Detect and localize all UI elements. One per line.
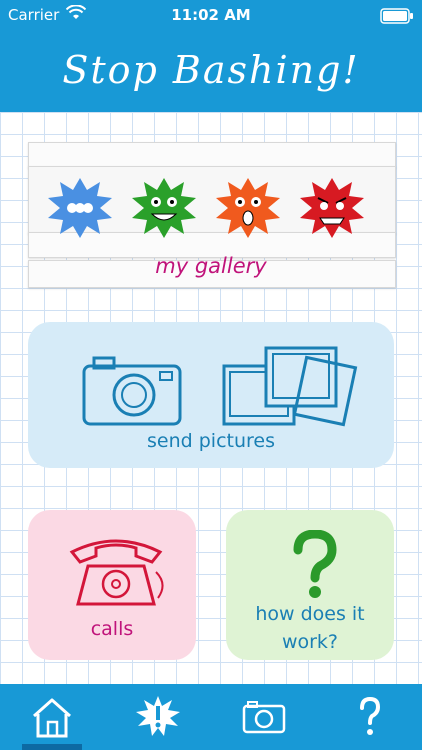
- status-bar: Carrier 11:02 AM: [0, 0, 422, 30]
- red-bug-icon: [300, 178, 364, 238]
- battery-icon: [380, 8, 413, 24]
- camera-tab[interactable]: [234, 692, 294, 742]
- help-tab[interactable]: [340, 692, 400, 742]
- home-tab[interactable]: [22, 692, 82, 742]
- calls-button[interactable]: calls: [28, 510, 196, 660]
- alert-tab[interactable]: [128, 692, 188, 742]
- telephone-icon: [69, 539, 164, 606]
- my-gallery-label: my gallery: [155, 254, 267, 278]
- send-pictures-label: send pictures: [147, 430, 275, 452]
- photos-stack-icon: [222, 346, 358, 427]
- tab-bar: [0, 684, 422, 750]
- gallery-plank-top: [28, 142, 396, 168]
- camera-icon: [242, 701, 286, 734]
- question-mark-icon: [293, 530, 337, 598]
- send-pictures-button[interactable]: send pictures: [28, 322, 394, 468]
- home-icon: [33, 698, 71, 738]
- alert-splat-icon: [136, 696, 180, 736]
- header-bar: Carrier 11:02 AM Stop Bashing!: [0, 0, 422, 112]
- how-does-it-work-button[interactable]: how does it work?: [226, 510, 394, 660]
- my-gallery-button[interactable]: my gallery: [28, 142, 396, 288]
- green-bug-icon: [132, 178, 196, 238]
- app-title: Stop Bashing!: [62, 48, 360, 92]
- camera-icon: [82, 356, 182, 426]
- gallery-characters: [48, 178, 364, 238]
- clock: 11:02 AM: [171, 6, 251, 24]
- orange-bug-icon: [216, 178, 280, 238]
- how-does-it-work-label: how does it work?: [255, 603, 365, 653]
- blue-bug-icon: [48, 178, 112, 238]
- question-mark-icon: [360, 696, 381, 735]
- selected-tab-indicator: [22, 744, 82, 750]
- calls-label: calls: [90, 618, 134, 640]
